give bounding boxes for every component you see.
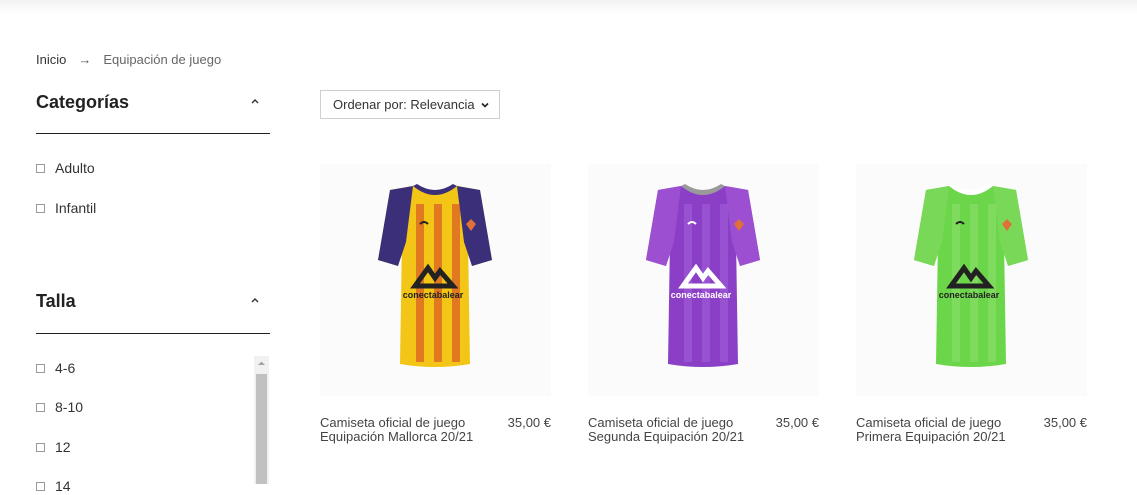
filter-option-label: 4-6	[55, 360, 76, 376]
filter-option-infantil[interactable]: Infantil	[36, 199, 96, 217]
checkbox[interactable]	[36, 163, 45, 173]
filter-categories-header[interactable]: Categorías	[36, 90, 270, 114]
filter-option-14[interactable]: 14	[36, 477, 71, 495]
breadcrumb: Inicio → Equipación de juego	[36, 52, 221, 67]
jersey-stripe	[970, 204, 978, 362]
breadcrumb-home-link[interactable]: Inicio	[36, 52, 66, 67]
sponsor-text: conectabalear	[939, 290, 1000, 300]
product-price: 35,00 €	[1043, 415, 1087, 430]
filter-option-4-6[interactable]: 4-6	[36, 359, 75, 377]
sponsor-text: conectabalear	[671, 290, 732, 300]
triangle-up-icon	[258, 361, 265, 365]
chevron-down-icon	[481, 102, 489, 108]
filter-categories: Categorías Adulto Infantil	[36, 90, 270, 216]
divider	[36, 133, 270, 134]
filter-size-title: Talla	[36, 291, 76, 311]
filter-option-8-10[interactable]: 8-10	[36, 398, 83, 416]
chevron-up-icon[interactable]	[250, 289, 260, 313]
jersey-image: conectabalear	[378, 184, 492, 367]
product-title[interactable]: Camiseta oficial de juego Equipación Mal…	[320, 416, 485, 444]
chevron-up-icon[interactable]	[250, 90, 260, 114]
product-title-line: Primera Equipación 20/21	[856, 429, 1006, 444]
jersey-image: conectabalear	[914, 184, 1028, 367]
product-title-line: Segunda Equipación 20/21	[588, 429, 745, 444]
filter-option-label: Adulto	[55, 160, 95, 176]
product-price: 35,00 €	[775, 415, 819, 430]
product-card[interactable]: conectabalear Camiseta oficial de juego …	[856, 164, 1087, 444]
jersey-stripe	[702, 204, 710, 362]
sort-select[interactable]: Ordenar por: Relevancia	[320, 90, 500, 119]
filter-categories-title: Categorías	[36, 92, 130, 112]
product-card[interactable]: conectabalear Camiseta oficial de juego …	[320, 164, 551, 444]
product-price: 35,00 €	[507, 415, 551, 430]
filter-size-header[interactable]: Talla	[36, 289, 270, 313]
filter-option-adulto[interactable]: Adulto	[36, 159, 95, 177]
product-title-line: Camiseta oficial de juego	[320, 415, 466, 430]
product-title[interactable]: Camiseta oficial de juego Primera Equipa…	[856, 416, 1021, 444]
jersey-stripe	[434, 204, 442, 362]
jersey-image: conectabalear	[646, 184, 760, 367]
filter-option-label: Infantil	[55, 200, 97, 216]
checkbox[interactable]	[36, 402, 45, 412]
checkbox[interactable]	[36, 481, 45, 491]
product-title-line: Camiseta oficial de juego	[856, 415, 1002, 430]
product-title[interactable]: Camiseta oficial de juego Segunda Equipa…	[588, 416, 753, 444]
checkbox[interactable]	[36, 442, 45, 452]
product-title-line: Equipación Mallorca 20/21	[320, 429, 474, 444]
product-title-line: Camiseta oficial de juego	[588, 415, 734, 430]
checkbox[interactable]	[36, 203, 45, 213]
sort-select-value: Ordenar por: Relevancia	[333, 97, 475, 112]
filter-option-label: 12	[55, 439, 71, 455]
breadcrumb-arrow-icon: →	[78, 52, 92, 67]
filter-size-scrollbar[interactable]	[254, 356, 269, 484]
filter-option-label: 8-10	[55, 399, 84, 415]
scroll-up-button[interactable]	[254, 356, 269, 371]
product-image[interactable]: conectabalear	[856, 164, 1087, 396]
product-card[interactable]: conectabalear Camiseta oficial de juego …	[588, 164, 819, 444]
sponsor-text: conectabalear	[403, 290, 464, 300]
filter-size: Talla 4-6 8-10 12 14	[36, 289, 270, 494]
checkbox[interactable]	[36, 363, 45, 373]
filter-option-label: 14	[55, 478, 71, 494]
scrollbar-thumb[interactable]	[256, 374, 267, 484]
breadcrumb-current: Equipación de juego	[103, 52, 222, 67]
divider	[36, 333, 270, 334]
filter-option-12[interactable]: 12	[36, 438, 71, 456]
product-image[interactable]: conectabalear	[320, 164, 551, 396]
header-shadow	[0, 0, 1137, 14]
product-image[interactable]: conectabalear	[588, 164, 819, 396]
